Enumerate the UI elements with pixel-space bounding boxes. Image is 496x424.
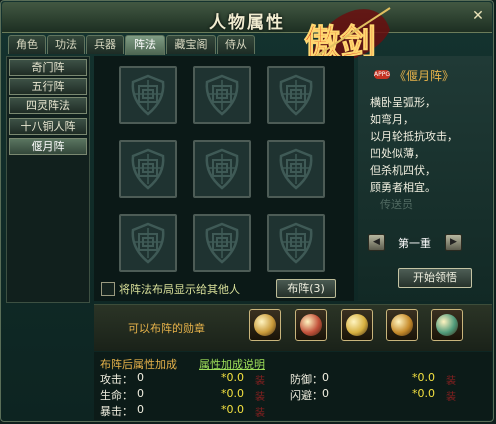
formation-slot[interactable] bbox=[119, 140, 177, 198]
medal-coin bbox=[391, 314, 413, 336]
background-npc-label: 传送员 bbox=[380, 198, 413, 211]
stat-value-attack: 0 bbox=[137, 371, 144, 384]
formation-slot[interactable] bbox=[119, 66, 177, 124]
formation-item-siling[interactable]: 四灵阵法 bbox=[9, 97, 87, 114]
tab-treasure[interactable]: 藏宝阁 bbox=[166, 35, 216, 54]
stat-label-dodge: 闪避： bbox=[290, 389, 323, 402]
stat-tag-hp: 装 bbox=[255, 392, 265, 403]
shield-knot-icon bbox=[279, 148, 313, 190]
formation-desc-line: 如弯月， bbox=[370, 113, 414, 126]
stat-tag-attack: 装 bbox=[255, 376, 265, 387]
shield-knot-icon bbox=[131, 222, 165, 264]
medal-coin bbox=[436, 314, 458, 336]
medal-coin bbox=[346, 314, 368, 336]
stat-value-hp: 0 bbox=[137, 387, 144, 400]
formation-desc-line: 但杀机四伏， bbox=[370, 164, 436, 177]
formation-item-tongren[interactable]: 十八铜人阵 bbox=[9, 118, 87, 135]
stat-tag-crit: 装 bbox=[255, 408, 265, 419]
stat-value-defense: 0 bbox=[322, 371, 329, 384]
jade-orb-medal-icon[interactable] bbox=[431, 309, 463, 341]
tab-attendant[interactable]: 侍从 bbox=[217, 35, 255, 54]
formation-desc-line: 横卧呈弧形， bbox=[370, 96, 436, 109]
formation-slot[interactable] bbox=[193, 214, 251, 272]
formation-slot[interactable] bbox=[267, 140, 325, 198]
medal-coin bbox=[254, 314, 276, 336]
formation-slot[interactable] bbox=[193, 66, 251, 124]
formation-badge: APPG bbox=[374, 70, 390, 79]
stat-bonus-attack: *0.0 bbox=[221, 371, 244, 384]
show-layout-label: 将阵法布局显示给其他人 bbox=[119, 283, 240, 296]
medal-coin bbox=[300, 314, 322, 336]
shield-knot-icon bbox=[205, 148, 239, 190]
stat-value-crit: 0 bbox=[137, 403, 144, 416]
shield-knot-icon bbox=[279, 74, 313, 116]
stat-tag-defense: 装 bbox=[446, 376, 456, 387]
close-button[interactable]: ✕ bbox=[470, 8, 486, 24]
formation-slot[interactable] bbox=[267, 214, 325, 272]
shield-knot-icon bbox=[131, 148, 165, 190]
stat-bonus-dodge: *0.0 bbox=[412, 387, 435, 400]
tab-weapon[interactable]: 兵器 bbox=[86, 35, 124, 54]
tab-role[interactable]: 角色 bbox=[8, 35, 46, 54]
show-layout-checkbox[interactable] bbox=[101, 282, 115, 296]
bronze-coin-medal-icon[interactable] bbox=[386, 309, 418, 341]
gold-ring-medal-icon[interactable] bbox=[341, 309, 373, 341]
stat-bonus-hp: *0.0 bbox=[221, 387, 244, 400]
stats-help-link[interactable]: 属性加成说明 bbox=[199, 356, 265, 372]
tab-kungfu[interactable]: 功法 bbox=[47, 35, 85, 54]
stat-value-dodge: 0 bbox=[322, 387, 329, 400]
formation-slot[interactable] bbox=[267, 66, 325, 124]
formation-item-qimen[interactable]: 奇门阵 bbox=[9, 59, 87, 76]
stat-label-crit: 暴击： bbox=[100, 405, 133, 418]
stats-title: 布阵后属性加成 bbox=[100, 358, 177, 371]
stat-bonus-defense: *0.0 bbox=[412, 371, 435, 384]
right-arrow-icon[interactable]: ▶ bbox=[445, 234, 462, 251]
shield-knot-icon bbox=[205, 74, 239, 116]
shield-knot-icon bbox=[279, 222, 313, 264]
shield-knot-icon bbox=[131, 74, 165, 116]
formation-item-yanyue[interactable]: 偃月阵 bbox=[9, 138, 87, 155]
window-title: 人物属性 bbox=[209, 13, 285, 33]
formation-desc-line: 顾勇者相宜。 bbox=[370, 181, 436, 194]
left-arrow-icon[interactable]: ◀ bbox=[368, 234, 385, 251]
red-seal-medal-icon[interactable] bbox=[295, 309, 327, 341]
formation-button[interactable]: 布阵(3) bbox=[276, 279, 336, 298]
title-bar[interactable]: 人物属性 ✕ bbox=[2, 2, 492, 33]
formation-desc-line: 凹处似薄， bbox=[370, 147, 425, 160]
stat-label-attack: 攻击： bbox=[100, 373, 133, 386]
formation-desc-line: 以月轮抵抗攻击， bbox=[370, 130, 458, 143]
start-comprehend-button[interactable]: 开始领悟 bbox=[398, 268, 472, 288]
formation-level: 第一重 bbox=[398, 237, 431, 250]
formation-slot[interactable] bbox=[193, 140, 251, 198]
stat-tag-dodge: 装 bbox=[446, 392, 456, 403]
formation-slot[interactable] bbox=[119, 214, 177, 272]
tab-formation[interactable]: 阵法 bbox=[125, 35, 165, 55]
stat-label-defense: 防御： bbox=[290, 373, 323, 386]
medal-label: 可以布阵的勋章 bbox=[128, 322, 205, 335]
formation-item-wuxing[interactable]: 五行阵 bbox=[9, 78, 87, 95]
warrior-medal-icon[interactable] bbox=[249, 309, 281, 341]
stat-bonus-crit: *0.0 bbox=[221, 403, 244, 416]
shield-knot-icon bbox=[205, 222, 239, 264]
formation-name: 《偃月阵》 bbox=[394, 69, 455, 83]
stat-label-hp: 生命： bbox=[100, 389, 133, 402]
